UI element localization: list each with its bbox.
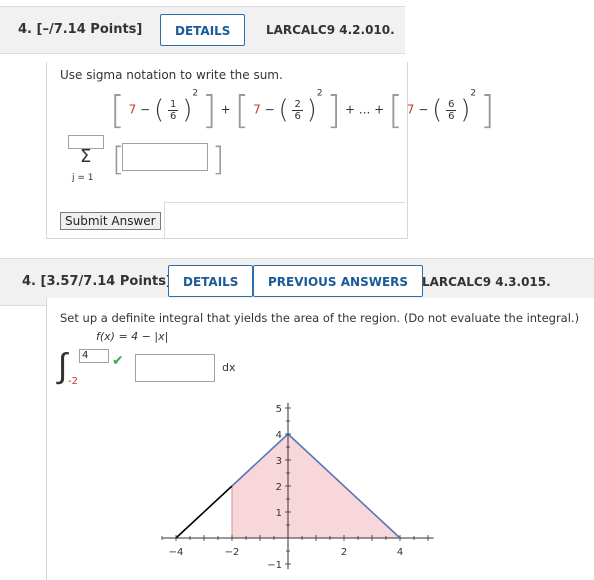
y-tick-label: 2	[276, 482, 282, 493]
x-tick-label: −4	[169, 547, 184, 558]
previous-answers-button[interactable]: PREVIOUS ANSWERS	[253, 265, 424, 297]
term-seven: 7	[406, 102, 415, 117]
integrand-input[interactable]	[135, 354, 215, 382]
right-bracket: ]	[326, 88, 342, 132]
exponent: 2	[192, 88, 199, 99]
left-bracket: [	[234, 88, 250, 132]
left-paren: (	[154, 95, 165, 125]
y-tick-label: 1	[276, 508, 282, 519]
fraction-6-6: 66	[446, 98, 457, 122]
right-paren: )	[306, 95, 317, 125]
question-1-code: LARCALC9 4.2.010.	[266, 23, 395, 37]
submit-divider	[164, 202, 405, 203]
integral-sign: ∫	[58, 346, 68, 386]
left-bracket: [	[110, 88, 125, 132]
dx-label: dx	[222, 361, 236, 374]
sigma-lower-index: j = 1	[72, 173, 94, 183]
left-bracket: [	[388, 88, 403, 132]
function-definition: f(x) = 4 − |x|	[96, 330, 169, 343]
minus-sign: −	[140, 102, 151, 117]
function-line-left	[175, 485, 233, 539]
right-bracket: ]	[479, 88, 495, 132]
submit-answer-button[interactable]: Submit Answer	[60, 212, 161, 230]
lower-limit-label: -2	[68, 376, 78, 387]
minus-sign: −	[418, 102, 429, 117]
question-1-details-button[interactable]: DETAILS	[160, 14, 246, 46]
question-2-details-button[interactable]: DETAILS	[168, 265, 254, 297]
region-chart: −4 −2 2 4 −1 1 2 3 4 5	[161, 402, 434, 571]
term-seven: 7	[253, 102, 261, 117]
right-paren: )	[182, 95, 193, 125]
y-tick-label: −1	[267, 560, 282, 571]
right-bracket: ]	[201, 88, 217, 132]
correct-check-icon: ✔	[112, 353, 124, 369]
question-1-header: 4. [–/7.14 Points] DETAILS LARCALC9 4.2.…	[0, 6, 405, 54]
submit-divider-vertical	[164, 202, 165, 238]
fraction-1-6: 16	[168, 98, 179, 122]
plus-sign: +	[220, 102, 231, 117]
x-tick-label: −2	[225, 547, 240, 558]
y-tick-label: 5	[276, 404, 282, 415]
x-tick-label: 4	[397, 547, 403, 558]
minus-sign: −	[264, 102, 275, 117]
ellipsis: + ... +	[345, 102, 385, 117]
shaded-region	[231, 433, 402, 539]
upper-limit-input[interactable]: 4	[79, 349, 109, 363]
exponent: 2	[316, 88, 323, 99]
right-paren: )	[460, 95, 471, 125]
summand-right-bracket: ]	[212, 140, 225, 178]
fraction-2-6: 26	[292, 98, 303, 122]
sigma-symbol: Σ	[80, 146, 92, 167]
y-tick-label: 4	[276, 430, 282, 441]
exponent: 2	[470, 88, 477, 99]
question-2-prompt: Set up a definite integral that yields t…	[60, 311, 580, 325]
left-paren: (	[278, 95, 289, 125]
sum-expression: [ 7 − ( 16 )2 ] + [ 7 − ( 26 )2 ] + ... …	[110, 88, 495, 132]
question-1-number: 4. [–/7.14 Points]	[18, 22, 143, 37]
question-1-prompt: Use sigma notation to write the sum.	[60, 68, 283, 82]
term-seven: 7	[128, 102, 137, 117]
left-paren: (	[432, 95, 443, 125]
x-tick-label: 2	[341, 547, 347, 558]
y-tick-label: 3	[276, 456, 282, 467]
summand-input[interactable]	[122, 143, 208, 171]
